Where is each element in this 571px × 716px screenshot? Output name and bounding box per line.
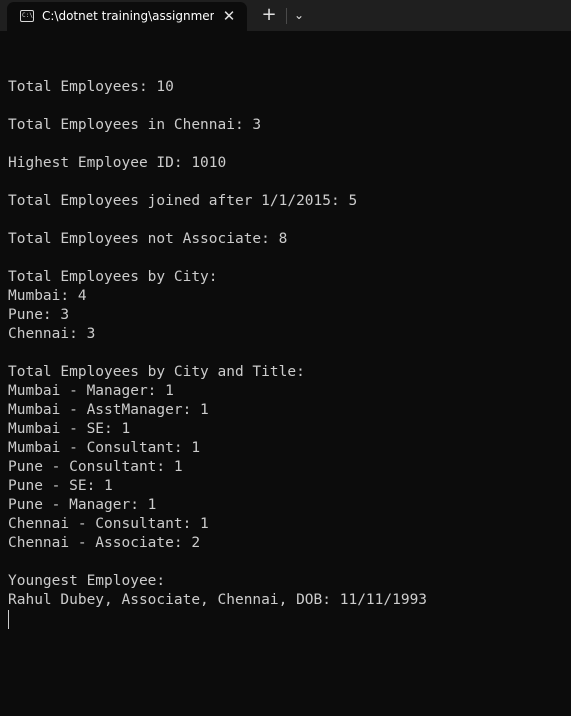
console-output[interactable]: Total Employees: 10 Total Employees in C…	[8, 59, 563, 629]
console-line: Total Employees joined after 1/1/2015: 5	[8, 193, 358, 209]
console-line: Pune - SE: 1	[8, 478, 113, 494]
new-tab-button[interactable]: +	[258, 4, 280, 26]
title-bar: C:\ C:\dotnet training\assignmen ✕ + ⌄	[0, 0, 571, 31]
command-prompt-icon: C:\	[20, 10, 34, 22]
console-line: Pune: 3	[8, 307, 70, 323]
tab-title: C:\dotnet training\assignmen	[42, 9, 214, 23]
terminal-window: C:\ C:\dotnet training\assignmen ✕ + ⌄ T…	[0, 0, 571, 716]
console-line: Mumbai - SE: 1	[8, 421, 131, 437]
console-line: Mumbai - Manager: 1	[8, 383, 174, 399]
console-line: Pune - Consultant: 1	[8, 459, 183, 475]
console-line: Youngest Employee:	[8, 573, 166, 589]
console-line: Total Employees in Chennai: 3	[8, 117, 262, 133]
console-line: Highest Employee ID: 1010	[8, 155, 227, 171]
console-line: Total Employees: 10	[8, 79, 174, 95]
chevron-down-icon[interactable]: ⌄	[289, 4, 309, 26]
console-line: Chennai - Associate: 2	[8, 535, 201, 551]
console-line: Chennai: 3	[8, 326, 96, 342]
console-line: Mumbai - AsstManager: 1	[8, 402, 209, 418]
console-line: Pune - Manager: 1	[8, 497, 157, 513]
console-line: Mumbai - Consultant: 1	[8, 440, 201, 456]
tab-separator	[286, 8, 287, 24]
console-line: Mumbai: 4	[8, 288, 87, 304]
console-line: Total Employees by City and Title:	[8, 364, 305, 380]
console-line: Rahul Dubey, Associate, Chennai, DOB: 11…	[8, 592, 428, 608]
close-tab-icon[interactable]: ✕	[219, 6, 239, 26]
console-line: Total Employees not Associate: 8	[8, 231, 288, 247]
text-cursor	[8, 610, 9, 629]
console-line: Total Employees by City:	[8, 269, 218, 285]
console-line: Chennai - Consultant: 1	[8, 516, 209, 532]
terminal-tab[interactable]: C:\ C:\dotnet training\assignmen ✕	[7, 2, 247, 31]
